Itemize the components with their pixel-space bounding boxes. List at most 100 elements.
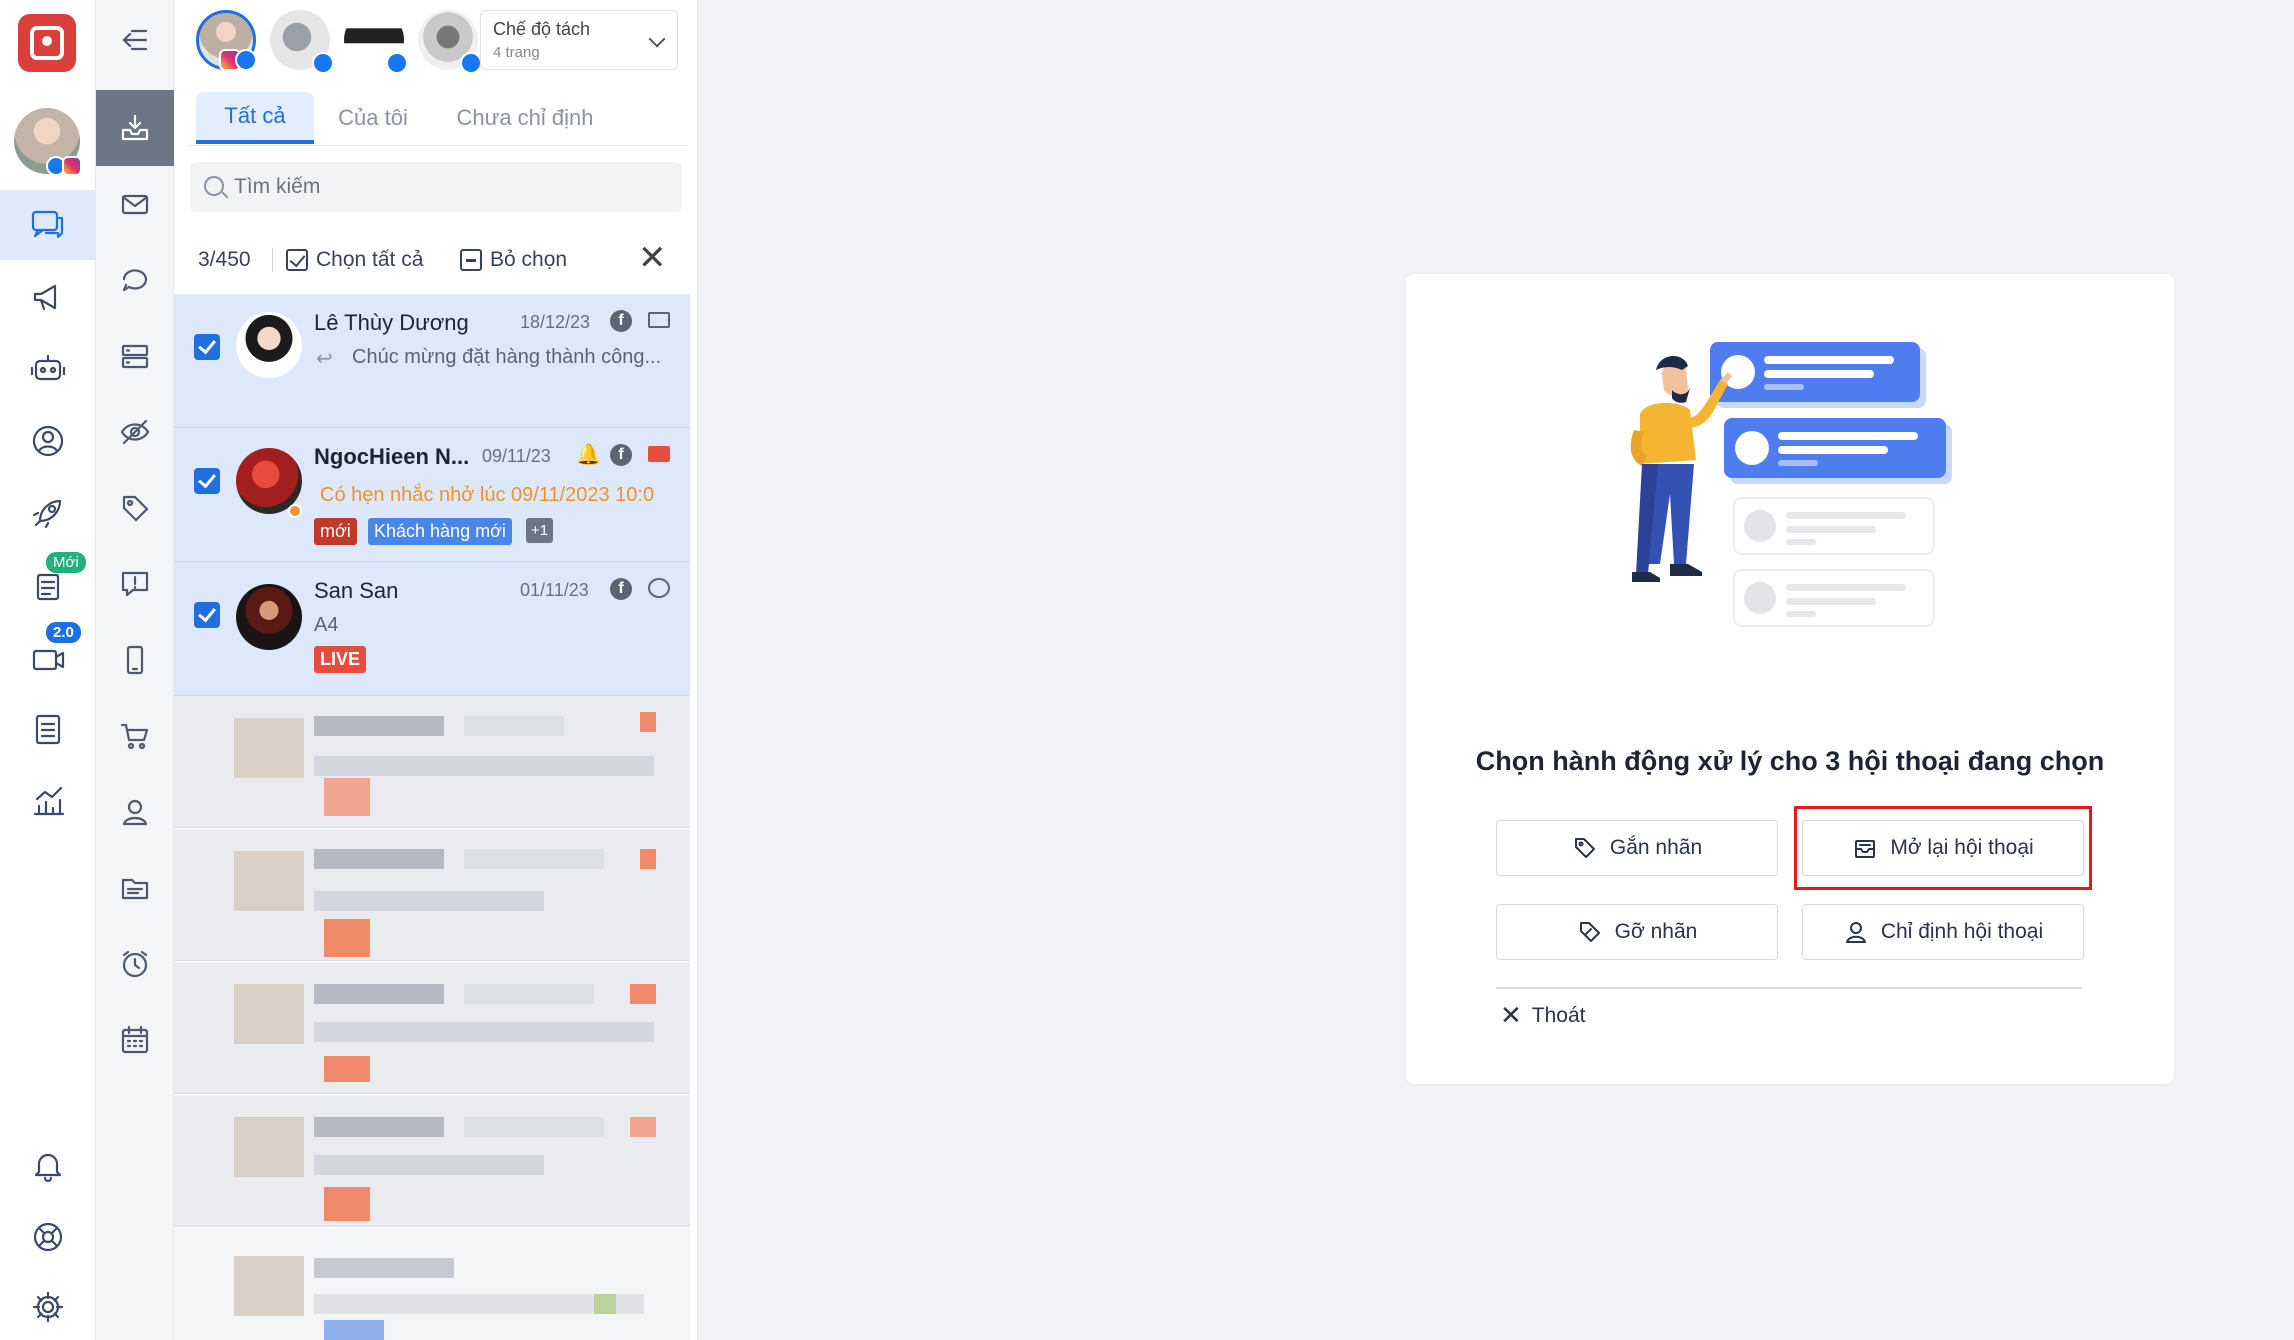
rocket-icon[interactable] [0,478,96,548]
remove-tag-button[interactable]: Gỡ nhãn [1496,904,1778,960]
tag-label: Khách hàng mới [368,518,512,545]
comment-icon[interactable] [96,242,174,318]
page-avatar[interactable] [196,10,257,71]
main-nav-rail: Mới 2.0 [0,0,96,1340]
page-avatar[interactable] [270,10,334,74]
message-preview: Chúc mừng đặt hàng thành công... [352,346,662,368]
select-all-button[interactable]: Chọn tất cả [286,248,423,272]
selection-bar: 3/450 Chọn tất cả Bỏ chọn ✕ [174,232,697,288]
phone-icon[interactable] [96,622,174,698]
chatbot-icon[interactable] [0,334,96,404]
exit-label: Thoát [1531,1003,1586,1027]
conversation-row-blurred[interactable] [174,962,690,1094]
customer-icon[interactable] [0,406,96,476]
notification-bell-icon[interactable] [0,1130,96,1200]
new-badge: Mới [46,552,86,573]
conversation-list-panel: Chế độ tách 4 trang Tất cả Của tôi Chưa … [174,0,698,1340]
checkbox-checked-icon [286,249,308,271]
avatar [236,312,302,378]
status-dot [288,504,302,518]
reminder-text: Có hẹn nhắc nhở lúc 09/11/2023 10:0 [320,484,655,506]
page-avatar[interactable] [344,10,408,74]
contact-name: Lê Thùy Dương [314,310,469,335]
analytics-icon[interactable] [0,766,96,836]
conversation-row-blurred[interactable] [174,829,690,961]
facebook-icon [312,52,334,74]
conversation-row[interactable]: Lê Thùy Dương 18/12/23 f ↩ Chúc mừng đặt… [174,294,690,428]
reminder-bell-icon: 🔔 [576,444,601,466]
reply-arrow-icon: ↩ [316,348,333,370]
page-selector [196,10,482,74]
conversation-row[interactable]: NgocHieen N... 09/11/23 🔔 f Có hẹn nhắc … [174,428,690,562]
illustration-image [1630,342,1952,627]
exit-button[interactable]: ✕ Thoát [1500,1000,1586,1031]
tag-icon[interactable] [96,470,174,546]
settings-gear-icon[interactable] [0,1272,96,1340]
close-icon: ✕ [1500,1000,1522,1030]
conversation-row[interactable]: San San 01/11/23 f A4 LIVE [174,562,690,696]
collapse-arrow-icon[interactable] [96,2,174,78]
report-icon[interactable] [0,694,96,764]
facebook-icon: f [610,578,632,600]
inbox-tray-icon[interactable] [96,90,174,166]
card-title: Chọn hành động xử lý cho 3 hội thoại đan… [1475,746,2105,776]
help-lifebuoy-icon[interactable] [0,1202,96,1272]
tab-all[interactable]: Tất cả [196,92,314,144]
tag-label: mới [314,518,357,545]
contact-name: NgocHieen N... [314,444,470,469]
message-envelope-icon[interactable] [96,166,174,242]
message-preview: A4 [314,614,339,636]
assign-conversation-button[interactable]: Chỉ định hội thoại [1802,904,2084,960]
facebook-icon: f [610,310,632,332]
feedback-icon[interactable] [96,546,174,622]
hidden-eye-icon[interactable] [96,394,174,470]
megaphone-icon[interactable] [0,262,96,332]
person-icon [1845,922,1866,943]
reopen-conversation-button[interactable]: Mở lại hội thoại [1802,820,2084,876]
cart-icon[interactable] [96,698,174,774]
calendar-icon[interactable] [96,1002,174,1078]
envelope-icon [648,446,670,462]
conversations-icon[interactable] [0,190,96,260]
add-tag-label: Gắn nhãn [1609,836,1703,859]
live-badge: LIVE [314,646,367,673]
deselect-label: Bỏ chọn [490,248,568,271]
bulk-action-card: Chọn hành động xử lý cho 3 hội thoại đan… [1406,274,2174,1084]
page-avatar[interactable] [418,10,482,74]
search-input[interactable] [234,162,664,212]
alarm-clock-icon[interactable] [96,926,174,1002]
tab-unassigned[interactable]: Chưa chỉ định [432,92,618,144]
search-icon [204,176,224,196]
conversation-row-blurred[interactable] [174,696,690,828]
checkbox-minus-icon [460,249,482,271]
row-checkbox[interactable] [194,468,220,494]
view-mode-dropdown[interactable]: Chế độ tách 4 trang [480,10,678,70]
instagram-icon [62,156,82,176]
view-mode-label: Chế độ tách [493,19,591,39]
row-checkbox[interactable] [194,334,220,360]
row-checkbox[interactable] [194,602,220,628]
tab-mine[interactable]: Của tôi [318,92,428,144]
close-icon[interactable]: ✕ [638,238,667,278]
server-icon[interactable] [96,318,174,394]
message-date: 18/12/23 [520,312,591,332]
folder-icon[interactable] [96,850,174,926]
deselect-button[interactable]: Bỏ chọn [460,248,567,272]
tag-icon [1574,838,1595,858]
conversation-row-blurred[interactable] [174,1095,690,1227]
conversation-row-blurred[interactable] [174,1228,690,1340]
facebook-icon [460,52,482,74]
divider [1496,987,2082,989]
user-avatar[interactable] [14,108,82,176]
conversation-tabs: Tất cả Của tôi Chưa chỉ định [188,92,688,146]
person-icon[interactable] [96,774,174,850]
inbox-open-icon [1855,840,1876,858]
assign-conversation-label: Chỉ định hội thoại [1880,920,2044,943]
selection-count: 3/450 [198,248,251,271]
select-all-label: Chọn tất cả [316,248,424,271]
app-logo[interactable] [18,14,76,72]
message-date: 09/11/23 [482,446,551,466]
avatar [236,584,302,650]
add-tag-button[interactable]: Gắn nhãn [1496,820,1778,876]
facebook-icon [386,52,408,74]
